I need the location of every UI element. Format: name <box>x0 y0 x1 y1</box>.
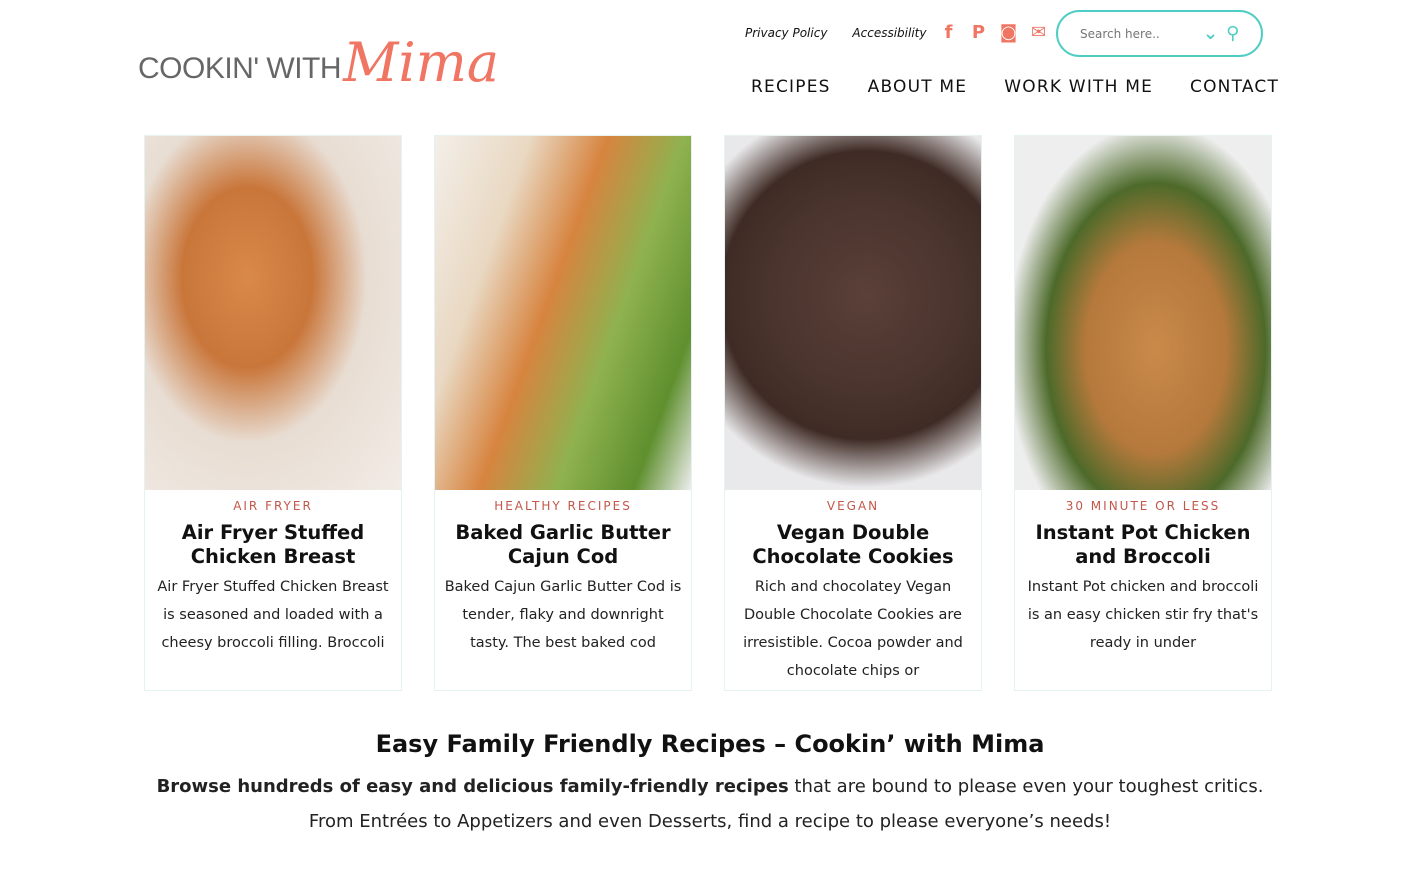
search-input[interactable] <box>1080 26 1195 41</box>
logo-text: COOKIN' WITH <box>138 52 342 85</box>
pinterest-icon[interactable]: P <box>969 22 987 43</box>
accessibility-link[interactable]: Accessibility <box>852 26 926 40</box>
facebook-icon[interactable]: f <box>939 22 957 43</box>
site-logo[interactable]: COOKIN' WITH Mima <box>138 20 499 90</box>
nav-recipes[interactable]: RECIPES <box>751 77 831 97</box>
recipe-image[interactable] <box>725 136 981 490</box>
recipe-image[interactable] <box>145 136 401 490</box>
recipe-title[interactable]: Air Fryer Stuffed Chicken Breast <box>145 521 401 569</box>
nav-contact[interactable]: CONTACT <box>1190 77 1279 97</box>
recipe-category[interactable]: 30 MINUTE OR LESS <box>1015 499 1271 513</box>
recipe-card[interactable]: AIR FRYER Air Fryer Stuffed Chicken Brea… <box>144 135 402 691</box>
nav-work-with-me[interactable]: WORK WITH ME <box>1004 77 1153 97</box>
intro-heading: Easy Family Friendly Recipes – Cookin’ w… <box>375 730 1045 758</box>
recipe-card[interactable]: VEGAN Vegan Double Chocolate Cookies Ric… <box>724 135 982 691</box>
instagram-icon[interactable]: ◙ <box>999 22 1017 43</box>
recipe-title[interactable]: Baked Garlic Butter Cajun Cod <box>435 521 691 569</box>
recipe-image[interactable] <box>435 136 691 490</box>
recipe-description: Baked Cajun Garlic Butter Cod is tender,… <box>444 579 682 651</box>
intro-text-2: From Entrées to Appetizers and even Dess… <box>308 811 1112 832</box>
email-icon[interactable]: ✉ <box>1029 22 1047 43</box>
recipe-description: Rich and chocolatey Vegan Double Chocola… <box>743 579 963 679</box>
recipe-image[interactable] <box>1015 136 1271 490</box>
privacy-policy-link[interactable]: Privacy Policy <box>745 26 827 40</box>
recipe-title[interactable]: Instant Pot Chicken and Broccoli <box>1015 521 1271 569</box>
recipe-description: Instant Pot chicken and broccoli is an e… <box>1027 579 1259 651</box>
intro-text: Browse hundreds of easy and delicious fa… <box>0 776 1420 797</box>
main-nav: RECIPES ABOUT ME WORK WITH ME CONTACT <box>751 77 1279 97</box>
chevron-down-icon[interactable]: ⌄ <box>1203 23 1218 44</box>
recipe-category[interactable]: HEALTHY RECIPES <box>435 499 691 513</box>
intro-bold: Browse hundreds of easy and delicious fa… <box>156 776 789 797</box>
utility-bar: Privacy Policy Accessibility f P ◙ ✉ <box>745 22 1047 43</box>
nav-about-me[interactable]: ABOUT ME <box>868 77 968 97</box>
search-box: ⌄ ⚲ <box>1056 10 1263 57</box>
logo-script: Mima <box>343 31 500 94</box>
recipe-title[interactable]: Vegan Double Chocolate Cookies <box>725 521 981 569</box>
recipe-card[interactable]: 30 MINUTE OR LESS Instant Pot Chicken an… <box>1014 135 1272 691</box>
recipe-category[interactable]: AIR FRYER <box>145 499 401 513</box>
recipe-description: Air Fryer Stuffed Chicken Breast is seas… <box>157 579 389 651</box>
recipe-category[interactable]: VEGAN <box>725 499 981 513</box>
intro-rest: that are bound to please even your tough… <box>788 776 1264 797</box>
search-icon[interactable]: ⚲ <box>1226 23 1239 44</box>
recipe-card[interactable]: HEALTHY RECIPES Baked Garlic Butter Caju… <box>434 135 692 691</box>
